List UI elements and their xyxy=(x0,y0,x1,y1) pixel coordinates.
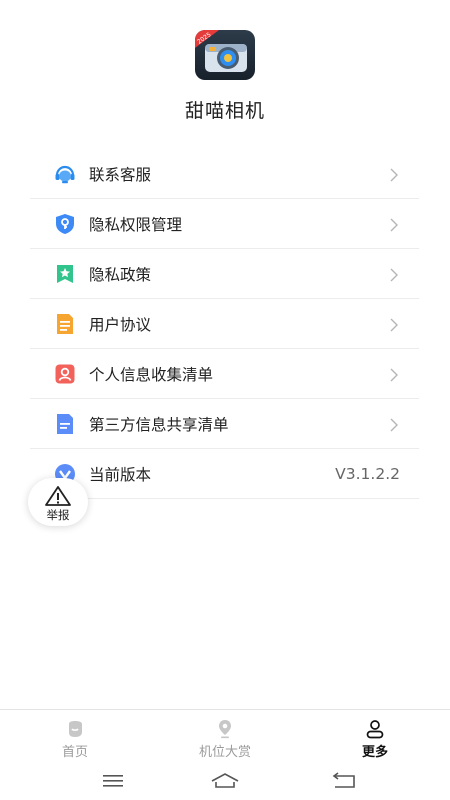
menu-item-label: 当前版本 xyxy=(89,465,152,484)
tab-label: 更多 xyxy=(361,745,388,760)
chevron-right-icon xyxy=(389,267,399,282)
chevron-right-icon xyxy=(389,217,399,232)
headset-icon xyxy=(54,163,76,185)
chevron-right-icon xyxy=(389,367,399,382)
menu-item-label: 用户协议 xyxy=(89,315,152,334)
menu-item-current-version: 当前版本 V3.1.2.2 xyxy=(30,449,419,499)
menu-icon[interactable] xyxy=(98,771,128,791)
shield-icon xyxy=(54,213,76,235)
tab-label: 首页 xyxy=(61,745,88,760)
bookmark-star-icon xyxy=(54,263,76,285)
home-icon xyxy=(0,719,150,739)
menu-item-label: 隐私政策 xyxy=(89,265,152,284)
menu-item-third-party-sharing[interactable]: 第三方信息共享清单 xyxy=(30,399,419,449)
version-number: V3.1.2.2 xyxy=(335,464,400,483)
menu-item-label: 联系客服 xyxy=(89,165,152,184)
menu-item-label: 隐私权限管理 xyxy=(89,215,183,234)
settings-menu: 联系客服 隐私权限管理 隐私政策 用户协议 个人信息收集清单 第三方信息共享清单… xyxy=(30,149,419,499)
app-logo-icon: 2025 xyxy=(195,30,255,80)
menu-item-label: 个人信息收集清单 xyxy=(89,365,214,384)
chevron-right-icon xyxy=(389,317,399,332)
report-label: 举报 xyxy=(46,508,70,522)
app-name: 甜喵相机 xyxy=(184,100,265,122)
bottom-tab-bar: 首页 机位大赏 更多 xyxy=(0,709,450,763)
menu-item-label: 第三方信息共享清单 xyxy=(89,415,229,434)
chevron-right-icon xyxy=(389,167,399,182)
tab-more[interactable]: 更多 xyxy=(300,710,450,764)
tab-label: 机位大赏 xyxy=(198,745,251,760)
menu-item-privacy-permissions[interactable]: 隐私权限管理 xyxy=(30,199,419,249)
user-card-icon xyxy=(54,363,76,385)
document-icon xyxy=(54,313,76,335)
chevron-right-icon xyxy=(389,417,399,432)
menu-item-contact-support[interactable]: 联系客服 xyxy=(30,149,419,199)
menu-item-personal-info-list[interactable]: 个人信息收集清单 xyxy=(30,349,419,399)
location-pin-icon xyxy=(150,719,300,739)
home-outline-icon[interactable] xyxy=(210,771,240,791)
tab-home[interactable]: 首页 xyxy=(0,710,150,764)
menu-item-user-agreement[interactable]: 用户协议 xyxy=(30,299,419,349)
menu-item-privacy-policy[interactable]: 隐私政策 xyxy=(30,249,419,299)
tab-spots[interactable]: 机位大赏 xyxy=(150,710,300,764)
system-navigation-bar xyxy=(0,763,450,800)
person-icon xyxy=(300,719,450,739)
report-button[interactable]: 举报 xyxy=(28,478,88,526)
back-icon[interactable] xyxy=(330,771,360,791)
file-icon xyxy=(54,413,76,435)
warning-icon xyxy=(43,484,73,508)
